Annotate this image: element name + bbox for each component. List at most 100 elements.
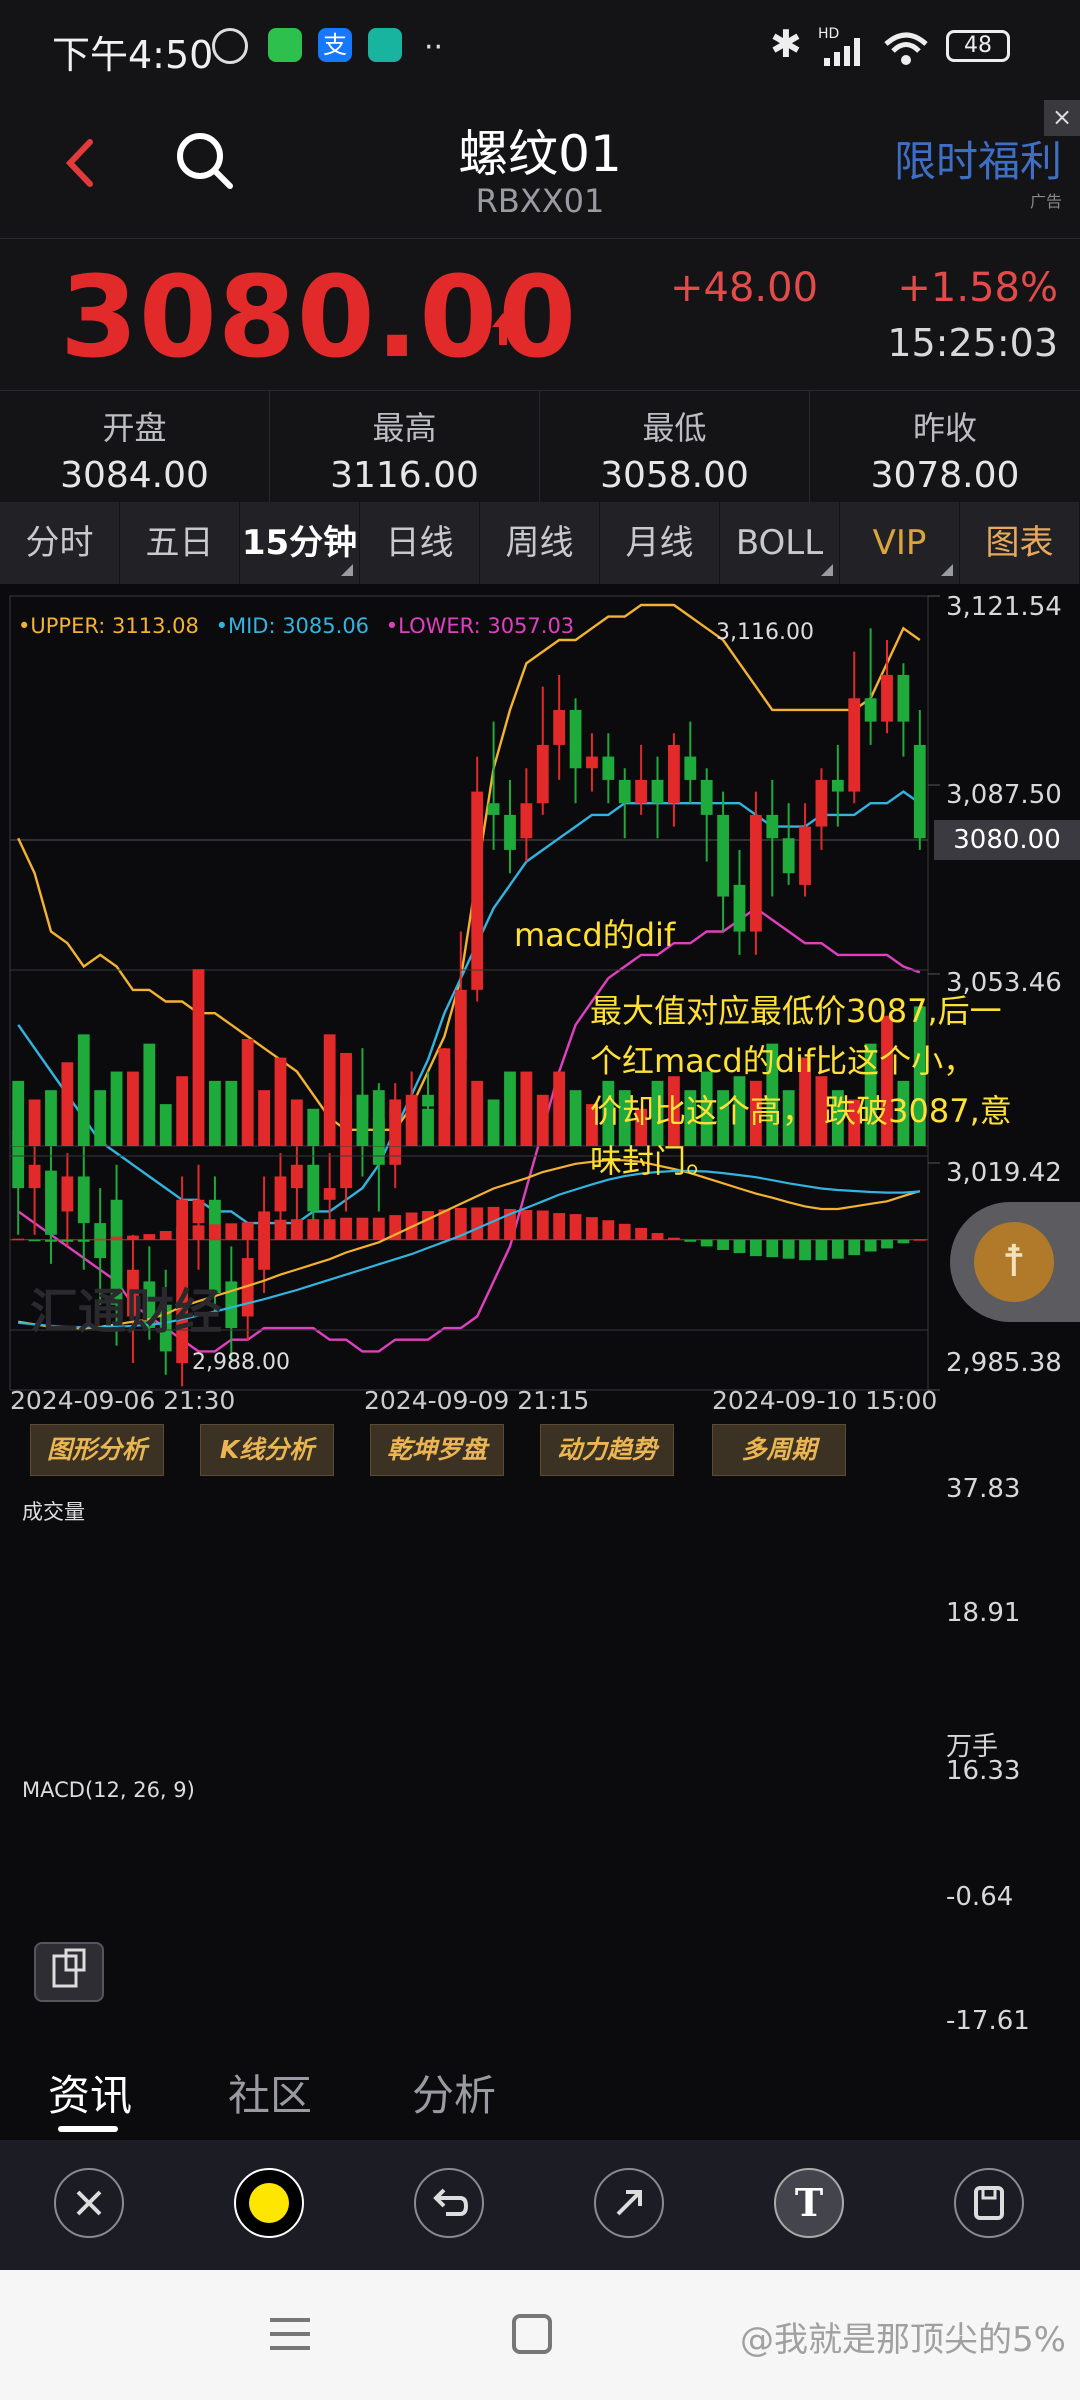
- candle-body: [487, 803, 500, 815]
- volume-bar: [454, 1025, 467, 1146]
- volume-axis-label: 18.91: [946, 1598, 1021, 1628]
- macd-histogram-bar: [209, 1224, 221, 1240]
- volume-bar: [241, 1038, 254, 1146]
- volume-bar: [258, 1090, 270, 1146]
- tool-button-momentum[interactable]: 动力趋势: [540, 1424, 674, 1476]
- macd-histogram-bar: [831, 1239, 844, 1259]
- candle-body: [45, 1170, 57, 1235]
- macd-histogram-bar: [864, 1239, 877, 1252]
- macd-histogram-bar: [45, 1239, 57, 1242]
- boll-legend: •UPPER: 3113.08 •MID: 3085.06 •LOWER: 30…: [18, 614, 584, 638]
- candle-body: [897, 674, 910, 722]
- candle-body: [766, 814, 779, 839]
- annotation-text: 最大值对应最低价3087,后一 个红macd的dif比这个小， 价却比这个高， …: [590, 992, 1012, 1180]
- volume-bar: [209, 1080, 221, 1146]
- volume-bar: [274, 1057, 287, 1146]
- candle-body: [717, 814, 729, 897]
- promo-link[interactable]: 限时福利: [894, 128, 1062, 189]
- macd-histogram-bar: [799, 1239, 811, 1261]
- tool-button-kline-analysis[interactable]: K线分析: [200, 1424, 334, 1476]
- tool-button-graphic-analysis[interactable]: 图形分析: [30, 1424, 164, 1476]
- macd-histogram-bar: [749, 1239, 762, 1257]
- menu-icon[interactable]: [268, 2314, 312, 2354]
- candle-body: [323, 1188, 336, 1200]
- candle-body: [618, 779, 631, 804]
- volume-bar: [159, 1104, 172, 1146]
- candle-body: [520, 803, 533, 839]
- undo-icon[interactable]: [414, 2168, 484, 2238]
- candle-body: [733, 884, 746, 932]
- chart-watermark: 汇通财经: [30, 1284, 223, 1340]
- candle-body: [881, 674, 893, 722]
- color-dot-icon[interactable]: [234, 2168, 304, 2238]
- alipay-icon: 支: [318, 28, 352, 62]
- bottom-content-tabs: 资讯 社区 分析: [0, 2040, 1080, 2140]
- candle-body: [307, 1164, 320, 1212]
- tab-five-day[interactable]: 五日: [120, 502, 240, 584]
- chart-area[interactable]: •UPPER: 3113.08 •MID: 3085.06 •LOWER: 30…: [0, 584, 1080, 2040]
- macd-histogram-bar: [881, 1239, 893, 1249]
- tab-intraday[interactable]: 分时: [0, 502, 120, 584]
- volume-bar: [94, 1090, 107, 1146]
- switch-icon: [52, 1948, 86, 1988]
- price-axis-label: 2,985.38: [946, 1348, 1062, 1378]
- candle-body: [848, 698, 861, 792]
- period-tabs: 分时 五日 15分钟 日线 周线 月线 BOLL VIP 图表: [0, 502, 1080, 584]
- candle-body: [586, 756, 598, 769]
- volume-label: 成交量: [22, 1500, 85, 1524]
- macd-histogram-bar: [717, 1239, 729, 1250]
- macd-histogram-bar: [766, 1239, 779, 1258]
- quote-time: 15:25:03: [887, 321, 1058, 365]
- tab-monthly[interactable]: 月线: [600, 502, 720, 584]
- volume-bar: [28, 1099, 41, 1146]
- tab-boll[interactable]: BOLL: [720, 502, 840, 584]
- tab-community[interactable]: 社区: [228, 2062, 312, 2123]
- wechat-icon: [268, 28, 302, 62]
- text-icon[interactable]: T: [774, 2168, 844, 2238]
- tab-weekly[interactable]: 周线: [480, 502, 600, 584]
- tab-analysis[interactable]: 分析: [412, 2062, 496, 2123]
- macd-histogram-bar: [372, 1217, 385, 1240]
- macd-histogram-bar: [668, 1237, 680, 1240]
- floating-assist-button[interactable]: ☨: [950, 1202, 1080, 1322]
- ohlc-high: 最高 3116.00: [270, 391, 540, 503]
- price-axis-label: 3,087.50: [946, 780, 1062, 810]
- active-tab-underline: [58, 2126, 118, 2132]
- close-icon[interactable]: [54, 2168, 124, 2238]
- tab-daily[interactable]: 日线: [360, 502, 480, 584]
- wifi-icon: [884, 32, 928, 65]
- high-price-mark: 3,116.00: [716, 620, 814, 645]
- tab-15min[interactable]: 15分钟: [240, 502, 360, 584]
- macd-histogram-bar: [569, 1214, 582, 1240]
- macd-histogram-bar: [290, 1219, 303, 1240]
- candle-body: [471, 791, 484, 990]
- volume-bar: [536, 1094, 549, 1146]
- candle-body: [258, 1211, 270, 1270]
- macd-histogram-bar: [258, 1221, 270, 1240]
- arrow-icon[interactable]: [594, 2168, 664, 2238]
- bluetooth-icon: ✱: [770, 22, 802, 66]
- tool-button-multi-period[interactable]: 多周期: [712, 1424, 846, 1476]
- macd-histogram-bar: [61, 1239, 74, 1242]
- close-icon[interactable]: ×: [1044, 100, 1080, 136]
- macd-histogram-bar: [340, 1217, 352, 1240]
- macd-histogram-bar: [225, 1223, 238, 1240]
- candle-body: [749, 814, 762, 932]
- macd-histogram-bar: [815, 1239, 828, 1261]
- home-icon[interactable]: [510, 2312, 554, 2356]
- tab-vip[interactable]: VIP: [840, 502, 960, 584]
- price-change-pct: +1.58%: [897, 265, 1058, 311]
- tool-button-compass[interactable]: 乾坤罗盘: [370, 1424, 504, 1476]
- up-arrow-icon: [492, 313, 514, 345]
- volume-bar: [405, 1104, 418, 1146]
- macd-histogram-bar: [159, 1231, 172, 1240]
- tab-news[interactable]: 资讯: [48, 2062, 132, 2123]
- current-price-tag: 3080.00: [934, 820, 1080, 860]
- volume-bar: [290, 1099, 303, 1146]
- volume-bar: [553, 1071, 566, 1146]
- markup-toolbar: T: [0, 2140, 1080, 2270]
- macd-histogram-bar: [127, 1235, 139, 1240]
- switch-indicator-button[interactable]: [34, 1942, 104, 2002]
- save-icon[interactable]: [954, 2168, 1024, 2238]
- tab-chart-settings[interactable]: 图表: [960, 502, 1080, 584]
